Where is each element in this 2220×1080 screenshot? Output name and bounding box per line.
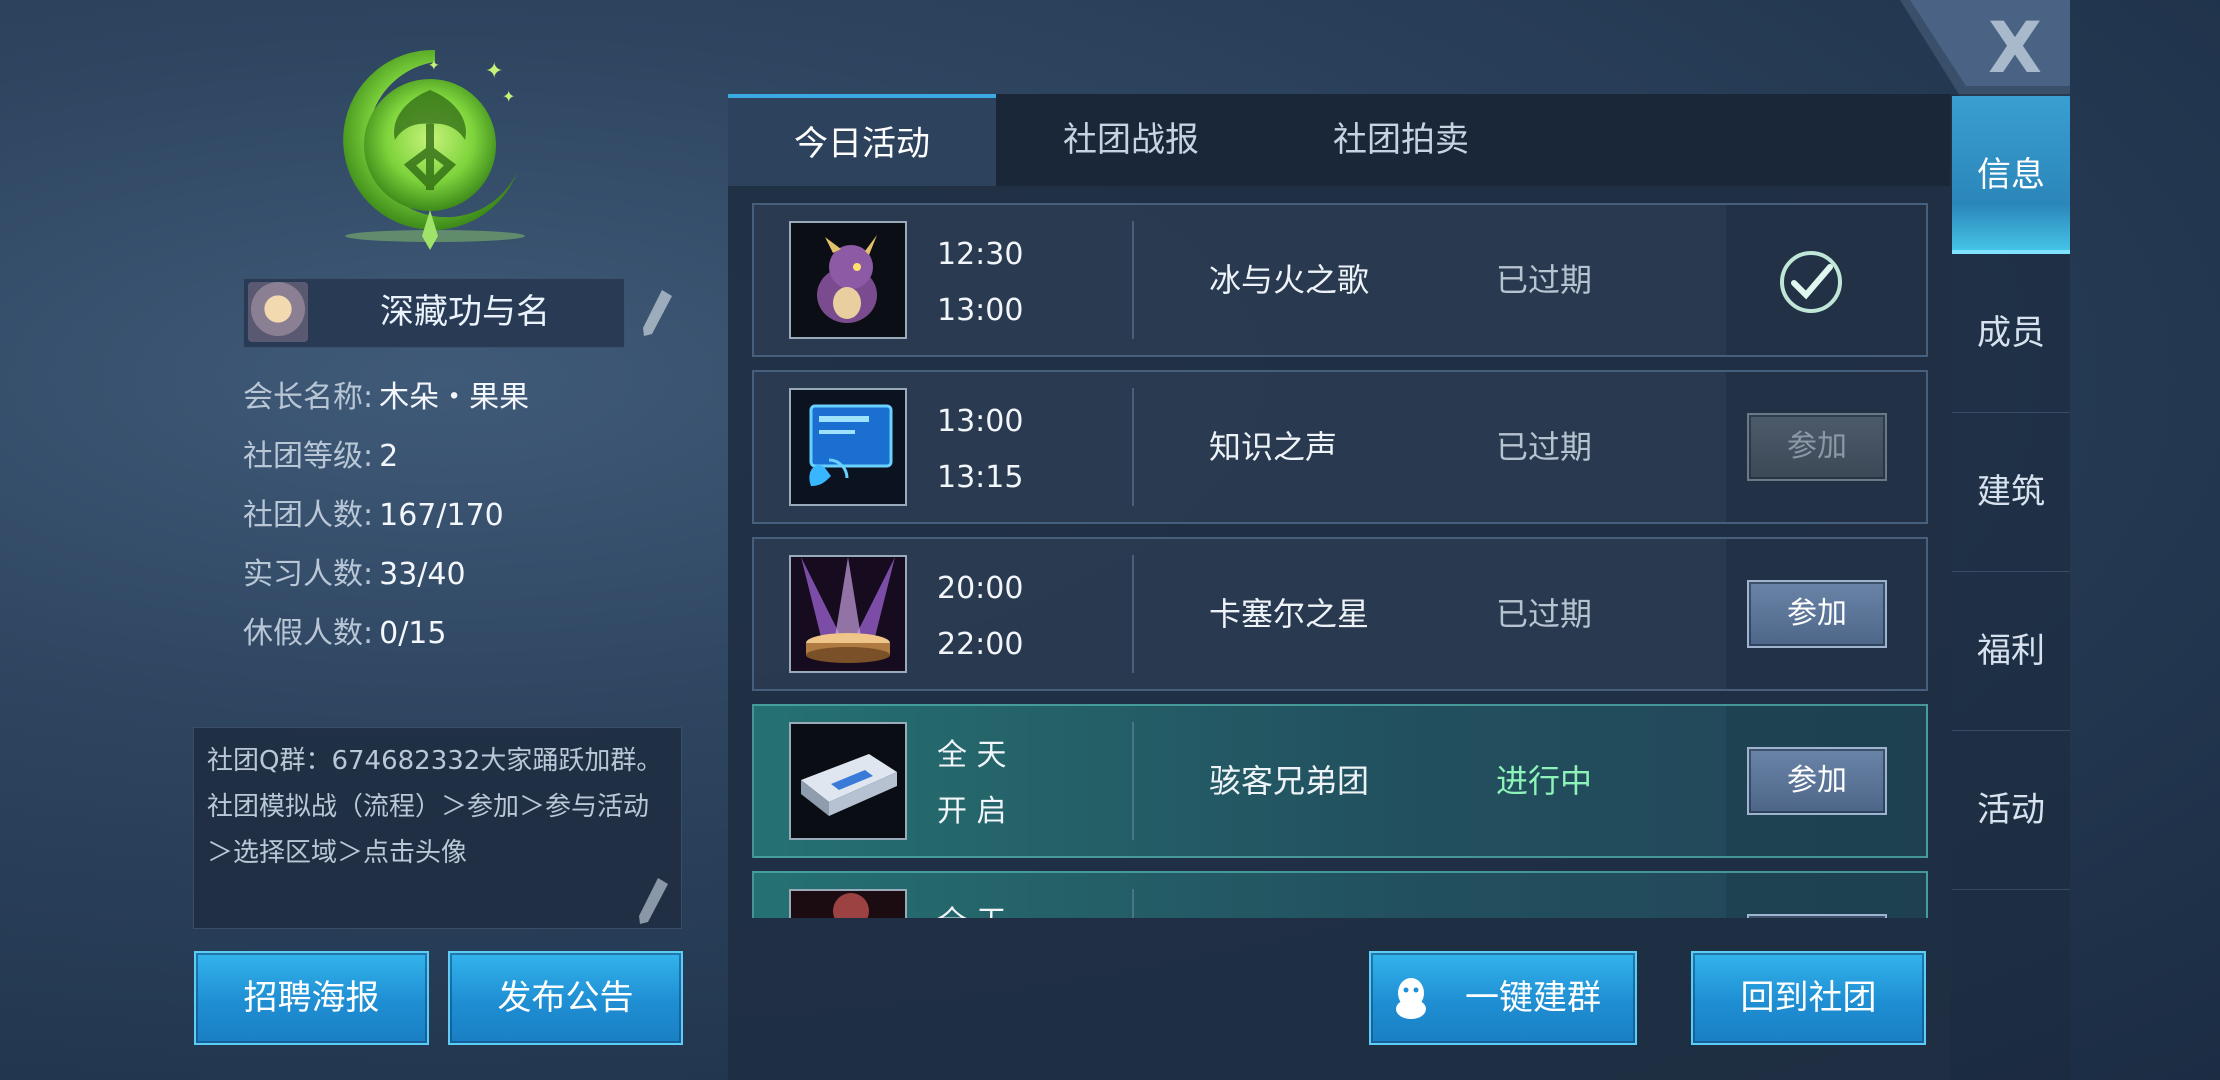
activity-name: 冰与火之歌 [1209, 261, 1370, 299]
close-button[interactable]: X [1900, 0, 2070, 96]
sidebar-item-info[interactable]: 信息 [1952, 96, 2070, 254]
qq-penguin-icon [1389, 975, 1433, 1021]
leader-avatar[interactable] [248, 282, 308, 342]
activity-name: 卡塞尔之星 [1209, 595, 1370, 633]
info-members: 社团人数: 167/170 [243, 498, 504, 533]
edit-notice-icon[interactable] [636, 876, 670, 926]
completed-check-icon [1778, 249, 1844, 315]
activity-status: 已过期 [1496, 595, 1593, 633]
join-button[interactable]: 参加 [1747, 413, 1887, 481]
list-item: 全 天开 启 骇客兄弟团 进行中 参加 [752, 704, 1928, 858]
list-item: 20:00 22:00 卡塞尔之星 已过期 参加 [752, 537, 1928, 691]
clan-notice-text: 社团Q群：674682332大家踊跃加群。 社团模拟战（流程）＞参加＞参与活动 … [207, 746, 663, 868]
sidebar-item-activities[interactable]: 活动 [1952, 731, 2070, 890]
svg-text:✦: ✦ [428, 58, 440, 74]
clan-emblem: ✦ ✦ ✦ [330, 40, 540, 260]
tab-clan-auction[interactable]: 社团拍卖 [1266, 94, 1536, 186]
activity-time: 13:00 13:15 [937, 404, 1024, 495]
recruit-poster-button[interactable]: 招聘海报 [194, 951, 429, 1045]
close-icon: X [1900, 0, 2070, 96]
phone-screen-icon [789, 388, 907, 506]
partial-icon [789, 889, 907, 918]
activity-status: 进行中 [1496, 762, 1593, 800]
hard-drive-icon [789, 722, 907, 840]
activity-name: 骇客兄弟团 [1209, 762, 1370, 800]
svg-text:✦: ✦ [502, 87, 515, 106]
sidebar-item-welfare[interactable]: 福利 [1952, 572, 2070, 731]
activity-list[interactable]: 12:30 13:00 冰与火之歌 已过期 13:00 13:15 知识之声 已… [752, 200, 1928, 918]
activity-time: 全 天开 启 [937, 738, 1007, 829]
activity-time: 全 天 [937, 895, 1007, 918]
list-item: 13:00 13:15 知识之声 已过期 参加 [752, 370, 1928, 524]
clan-name: 深藏功与名 [380, 292, 550, 332]
join-button[interactable]: 参加 [1747, 580, 1887, 648]
dragon-icon [789, 221, 907, 339]
clan-info: 会长名称: 木朵・果果 社团等级: 2 社团人数: 167/170 实习人数: 33/4… [243, 368, 529, 663]
activity-time: 20:00 22:00 [937, 571, 1024, 662]
tab-clan-report[interactable]: 社团战报 [996, 94, 1266, 186]
list-item: 12:30 13:00 冰与火之歌 已过期 [752, 203, 1928, 357]
sidebar-item-members[interactable]: 成员 [1952, 254, 2070, 413]
info-vacation: 休假人数: 0/15 [243, 616, 447, 651]
list-item: 全 天 [752, 871, 1928, 918]
info-interns: 实习人数: 33/40 [243, 557, 466, 592]
svg-text:✦: ✦ [485, 59, 503, 84]
stage-lights-icon [789, 555, 907, 673]
tab-today-activities[interactable]: 今日活动 [728, 94, 996, 186]
activity-status: 已过期 [1496, 428, 1593, 466]
join-button[interactable]: 参加 [1747, 747, 1887, 815]
activity-status: 已过期 [1496, 261, 1593, 299]
create-group-label: 一键建群 [1465, 978, 1601, 1018]
activity-time: 12:30 13:00 [937, 237, 1024, 328]
create-group-button[interactable]: 一键建群 [1369, 951, 1637, 1045]
svg-text:X: X [1988, 7, 2042, 89]
edit-name-icon[interactable] [640, 288, 674, 338]
info-level: 社团等级: 2 [243, 439, 399, 474]
join-button[interactable] [1747, 914, 1887, 918]
publish-announcement-button[interactable]: 发布公告 [448, 951, 683, 1045]
return-to-clan-button[interactable]: 回到社团 [1691, 951, 1926, 1045]
activity-name: 知识之声 [1209, 428, 1338, 466]
sidebar-item-buildings[interactable]: 建筑 [1952, 413, 2070, 572]
info-leader: 会长名称: 木朵・果果 [243, 380, 530, 415]
